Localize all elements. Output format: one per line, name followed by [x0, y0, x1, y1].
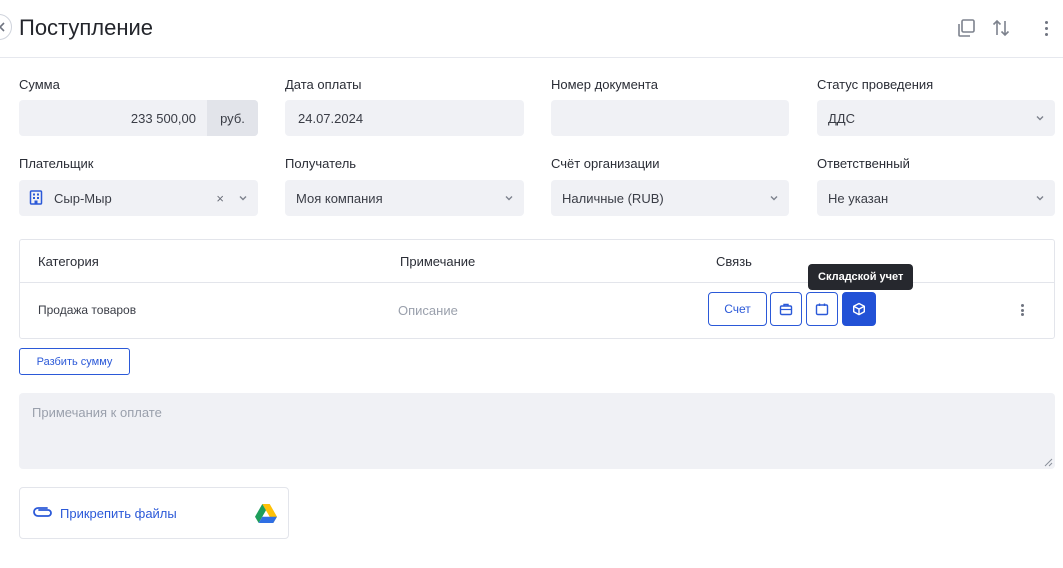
back-button[interactable] — [0, 14, 12, 40]
deal-link-button[interactable] — [770, 292, 802, 326]
responsible-value: Не указан — [828, 190, 889, 206]
payment-date-field[interactable]: 24.07.2024 — [285, 100, 524, 136]
resize-grip-icon[interactable] — [1043, 457, 1053, 467]
document-number-field[interactable] — [551, 100, 789, 136]
copy-icon — [958, 19, 975, 37]
row-menu-button[interactable] — [1016, 302, 1028, 318]
amount-label: Сумма — [19, 77, 60, 92]
split-amount-button[interactable]: Разбить сумму — [19, 348, 130, 375]
attach-files-button[interactable]: Прикрепить файлы — [19, 487, 289, 539]
invoice-link-button[interactable]: Счет — [708, 292, 767, 326]
status-select[interactable]: ДДС — [817, 100, 1055, 136]
chevron-down-icon — [239, 196, 247, 201]
payer-label: Плательщик — [19, 156, 94, 171]
warehouse-link-button[interactable] — [842, 292, 876, 326]
payment-date-label: Дата оплаты — [285, 77, 362, 92]
chevron-down-icon — [770, 196, 778, 201]
currency-badge: руб. — [207, 100, 258, 136]
account-value: Наличные (RUB) — [562, 190, 664, 206]
amount-field[interactable]: 233 500,00 руб. — [19, 100, 258, 136]
status-value: ДДС — [828, 110, 855, 126]
google-drive-icon[interactable] — [255, 504, 277, 523]
responsible-label: Ответственный — [817, 156, 910, 171]
more-vertical-icon — [1044, 20, 1048, 24]
paperclip-icon — [33, 507, 52, 517]
more-menu-button[interactable] — [1034, 16, 1058, 40]
row-category[interactable]: Продажа товаров — [38, 303, 136, 317]
payment-notes-input[interactable] — [19, 393, 1055, 469]
recipient-value: Моя компания — [296, 190, 383, 206]
calendar-icon — [815, 303, 829, 316]
column-header-note: Примечание — [400, 254, 476, 269]
payer-select[interactable]: Сыр-Мыр × — [19, 180, 258, 216]
swap-icon — [992, 19, 1010, 37]
clear-icon[interactable]: × — [216, 191, 224, 206]
recipient-select[interactable]: Моя компания — [285, 180, 524, 216]
account-label: Счёт организации — [551, 156, 660, 171]
page-header: Поступление — [0, 0, 1063, 58]
more-vertical-icon — [1020, 304, 1024, 307]
payment-date-value: 24.07.2024 — [298, 110, 364, 126]
swap-button[interactable] — [989, 16, 1013, 40]
copy-button[interactable] — [954, 16, 978, 40]
attach-files-label: Прикрепить файлы — [60, 506, 177, 521]
amount-value: 233 500,00 — [130, 111, 196, 126]
back-icon — [0, 22, 5, 32]
responsible-select[interactable]: Не указан — [817, 180, 1055, 216]
recipient-label: Получатель — [285, 156, 357, 171]
column-header-link: Связь — [716, 254, 752, 269]
warehouse-tooltip: Складской учет — [808, 264, 914, 290]
briefcase-icon — [779, 303, 793, 316]
chevron-down-icon — [1036, 116, 1044, 121]
status-label: Статус проведения — [817, 77, 934, 92]
box-icon — [853, 302, 865, 316]
chevron-down-icon — [505, 196, 513, 201]
row-note-input[interactable]: Описание — [398, 303, 458, 318]
building-icon — [29, 190, 43, 205]
column-header-category: Категория — [38, 254, 99, 269]
page-title: Поступление — [19, 15, 154, 40]
document-number-label: Номер документа — [551, 77, 659, 92]
calendar-link-button[interactable] — [806, 292, 838, 326]
account-select[interactable]: Наличные (RUB) — [551, 180, 789, 216]
chevron-down-icon — [1036, 196, 1044, 201]
